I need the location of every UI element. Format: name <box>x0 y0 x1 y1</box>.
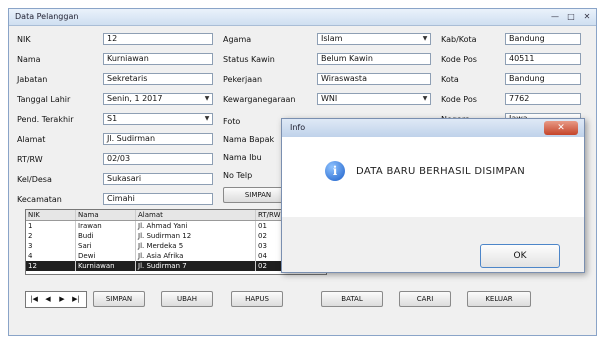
grid-cell: 2 <box>26 231 76 241</box>
batal-button[interactable]: BATAL <box>321 291 383 307</box>
kode-pos-label: Kode Pos <box>441 55 477 64</box>
title-bar: Data Pelanggan — □ ✕ <box>9 9 596 26</box>
chevron-down-icon[interactable]: ▼ <box>421 95 429 103</box>
tanggal-lahir-field[interactable]: Senin, 1 2017 ▼ <box>103 93 213 105</box>
kab-kota-field[interactable]: Bandung <box>505 33 581 45</box>
alamat-field[interactable]: Jl. Sudirman <box>103 133 213 145</box>
nik-field[interactable]: 12 <box>103 33 213 45</box>
grid-header-cell[interactable]: Nama <box>76 210 136 220</box>
kewarganegaraan-label: Kewarganegaraan <box>223 95 296 104</box>
rt-rw-field[interactable]: 02/03 <box>103 153 213 165</box>
grid-cell: 1 <box>26 221 76 231</box>
info-dialog: Info ✕ i DATA BARU BERHASIL DISIMPAN OK <box>281 118 585 273</box>
grid-cell: Jl. Merdeka 5 <box>136 241 256 251</box>
kab-kota-label: Kab/Kota <box>441 35 477 44</box>
nik-label: NIK <box>17 35 31 44</box>
grid-header-cell[interactable]: NIK <box>26 210 76 220</box>
grid-cell: Dewi <box>76 251 136 261</box>
dialog-title-bar: Info ✕ <box>282 119 584 137</box>
close-window-button[interactable]: ✕ <box>580 11 594 22</box>
grid-cell: 4 <box>26 251 76 261</box>
rt-rw-label: RT/RW <box>17 155 43 164</box>
pend-terakhir-label: Pend. Terakhir <box>17 115 74 124</box>
info-icon: i <box>325 161 345 181</box>
kewarganegaraan-value: WNI <box>321 94 338 103</box>
nama-ibu-label: Nama Ibu <box>223 153 262 162</box>
ok-button[interactable]: OK <box>480 244 560 268</box>
dialog-close-button[interactable]: ✕ <box>544 121 578 135</box>
pend-terakhir-field[interactable]: S1 ▼ <box>103 113 213 125</box>
pekerjaan-field[interactable]: Wiraswasta <box>317 73 431 85</box>
simpan-button[interactable]: SIMPAN <box>93 291 145 307</box>
pekerjaan-label: Pekerjaan <box>223 75 263 84</box>
first-record-icon[interactable]: |◀ <box>28 294 40 305</box>
last-record-icon[interactable]: ▶| <box>70 294 82 305</box>
status-kawin-label: Status Kawin <box>223 55 275 64</box>
grid-header-cell[interactable]: Alamat <box>136 210 256 220</box>
cari-button[interactable]: CARI <box>399 291 451 307</box>
kode-pos-2-label: Kode Pos <box>441 95 477 104</box>
grid-cell: Sari <box>76 241 136 251</box>
keluar-button[interactable]: KELUAR <box>467 291 531 307</box>
hapus-button[interactable]: HAPUS <box>231 291 283 307</box>
kecamatan-label: Kecamatan <box>17 195 62 204</box>
minimize-button[interactable]: — <box>548 11 562 22</box>
no-telp-label: No Telp <box>223 171 253 180</box>
status-kawin-field[interactable]: Belum Kawin <box>317 53 431 65</box>
grid-cell: Budi <box>76 231 136 241</box>
alamat-label: Alamat <box>17 135 46 144</box>
prev-record-icon[interactable]: ◀ <box>42 294 54 305</box>
kel-desa-field[interactable]: Sukasari <box>103 173 213 185</box>
nama-field[interactable]: Kurniawan <box>103 53 213 65</box>
grid-cell: Kurniawan <box>76 261 136 271</box>
grid-cell: 3 <box>26 241 76 251</box>
agama-value: Islam <box>321 34 343 43</box>
kecamatan-field[interactable]: Cimahi <box>103 193 213 205</box>
grid-cell: Jl. Ahmad Yani <box>136 221 256 231</box>
chevron-down-icon[interactable]: ▼ <box>203 95 211 103</box>
jabatan-label: Jabatan <box>17 75 48 84</box>
nama-label: Nama <box>17 55 41 64</box>
chevron-down-icon[interactable]: ▼ <box>203 115 211 123</box>
window-title: Data Pelanggan <box>15 12 79 21</box>
agama-field[interactable]: Islam ▼ <box>317 33 431 45</box>
kota-field[interactable]: Bandung <box>505 73 581 85</box>
kota-label: Kota <box>441 75 459 84</box>
chevron-down-icon[interactable]: ▼ <box>421 35 429 43</box>
kel-desa-label: Kel/Desa <box>17 175 52 184</box>
grid-cell: Irawan <box>76 221 136 231</box>
foto-label: Foto <box>223 117 241 126</box>
record-navigator: |◀ ◀ ▶ ▶| <box>25 291 87 308</box>
next-record-icon[interactable]: ▶ <box>56 294 68 305</box>
dialog-title: Info <box>290 123 306 132</box>
tanggal-lahir-label: Tanggal Lahir <box>17 95 71 104</box>
dialog-message: DATA BARU BERHASIL DISIMPAN <box>356 166 526 177</box>
grid-cell: Jl. Sudirman 12 <box>136 231 256 241</box>
grid-cell: Jl. Asia Afrika <box>136 251 256 261</box>
grid-cell: Jl. Sudirman 7 <box>136 261 256 271</box>
maximize-button[interactable]: □ <box>564 11 578 22</box>
jabatan-field[interactable]: Sekretaris <box>103 73 213 85</box>
agama-label: Agama <box>223 35 252 44</box>
kewarganegaraan-field[interactable]: WNI ▼ <box>317 93 431 105</box>
kode-pos-2-field[interactable]: 7762 <box>505 93 581 105</box>
nama-bapak-label: Nama Bapak <box>223 135 275 144</box>
kode-pos-field[interactable]: 40511 <box>505 53 581 65</box>
tanggal-lahir-value: Senin, 1 2017 <box>107 94 163 103</box>
grid-cell: 12 <box>26 261 76 271</box>
ubah-button[interactable]: UBAH <box>161 291 213 307</box>
pend-terakhir-value: S1 <box>107 114 118 123</box>
